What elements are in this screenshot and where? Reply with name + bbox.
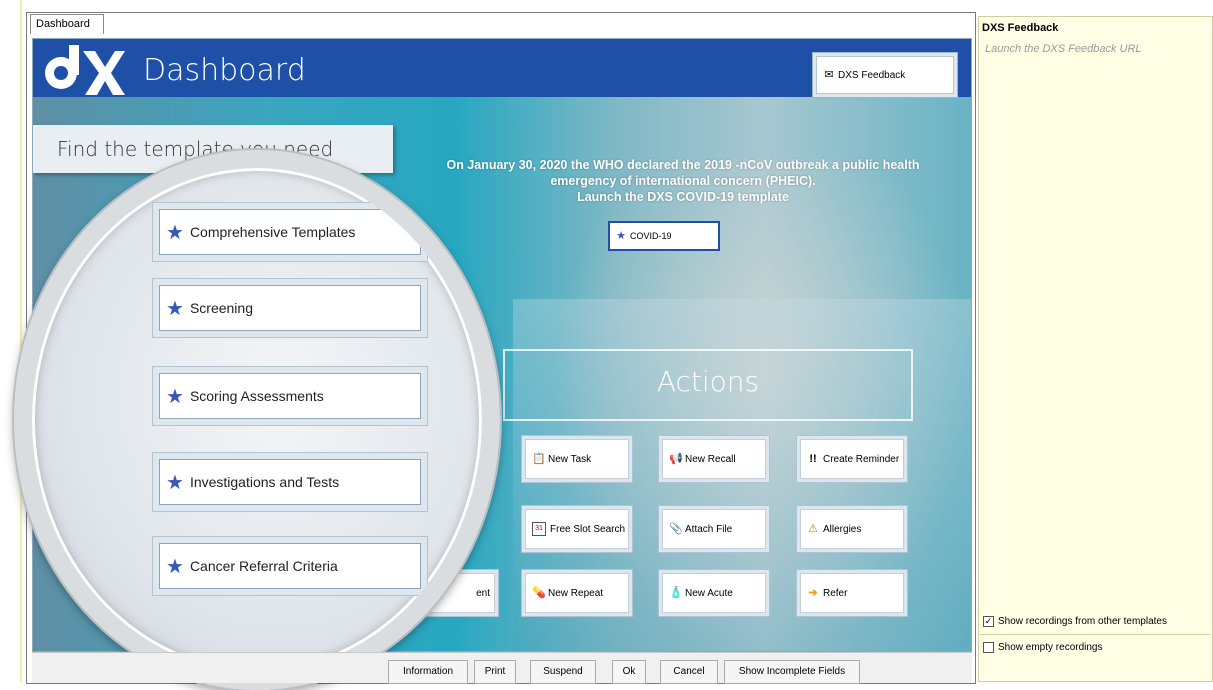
help-panel-title: DXS Feedback	[982, 22, 1059, 34]
help-panel-description: Launch the DXS Feedback URL	[985, 43, 1142, 55]
information-button[interactable]: Information	[388, 660, 468, 684]
screening-button[interactable]: ★ Screening	[152, 278, 428, 338]
new-acute-button[interactable]: 🧴 New Acute	[658, 569, 770, 617]
refer-label: Refer	[823, 587, 848, 599]
show-recordings-row[interactable]: ✓ Show recordings from other templates	[983, 614, 1167, 628]
comprehensive-templates-label: Comprehensive Templates	[189, 224, 356, 240]
left-strip	[0, 0, 22, 682]
covid-announcement: On January 30, 2020 the WHO declared the…	[446, 158, 920, 204]
new-task-label: New Task	[548, 453, 592, 465]
actions-title: Actions	[656, 365, 760, 398]
tab-dashboard[interactable]: Dashboard	[30, 14, 104, 34]
new-recall-label: New Recall	[685, 453, 736, 465]
dxs-feedback-label: DXS Feedback	[838, 69, 906, 81]
star-icon: ★	[616, 230, 626, 242]
covid-19-label: COVID-19	[630, 231, 672, 241]
comprehensive-templates-button[interactable]: ★ Comprehensive Templates	[152, 202, 428, 262]
page-title: Dashboard	[143, 53, 306, 88]
allergies-label: Allergies	[823, 523, 862, 535]
show-recordings-label: Show recordings from other templates	[998, 615, 1167, 627]
cancer-referral-criteria-button[interactable]: ★ Cancer Referral Criteria	[152, 536, 428, 596]
pills-icon: 💊	[532, 587, 546, 599]
scoring-assessments-button[interactable]: ★ Scoring Assessments	[152, 366, 428, 426]
star-icon: ★	[166, 555, 184, 578]
ok-button[interactable]: Ok	[612, 660, 646, 684]
suspend-button[interactable]: Suspend	[530, 660, 596, 684]
show-empty-checkbox[interactable]	[983, 641, 994, 653]
cancer-referral-criteria-label: Cancer Referral Criteria	[189, 558, 338, 574]
new-task-button[interactable]: 📋 New Task	[521, 435, 633, 483]
dxs-logo	[45, 45, 125, 95]
arrow-right-icon: ➔	[808, 587, 818, 599]
help-panel-divider	[980, 634, 1210, 635]
allergy-icon: ⚠	[808, 523, 818, 535]
star-icon: ★	[166, 385, 184, 408]
attach-file-button[interactable]: 📎 Attach File	[658, 505, 770, 553]
create-reminder-button[interactable]: !! Create Reminder	[796, 435, 908, 483]
new-repeat-label: New Repeat	[548, 587, 604, 599]
scoring-assessments-label: Scoring Assessments	[189, 388, 324, 404]
show-incomplete-fields-button[interactable]: Show Incomplete Fields	[724, 660, 860, 684]
show-recordings-checkbox[interactable]: ✓	[983, 615, 994, 627]
help-panel	[978, 16, 1213, 682]
exclamation-icon: !!	[809, 453, 817, 465]
calendar-icon: 31	[532, 522, 546, 536]
allergies-button[interactable]: ⚠ Allergies	[796, 505, 908, 553]
attach-file-label: Attach File	[685, 523, 733, 535]
investigations-and-tests-label: Investigations and Tests	[189, 474, 340, 490]
screening-label: Screening	[189, 300, 253, 316]
action-partial-label: ent	[476, 587, 490, 599]
free-slot-search-button[interactable]: 31 Free Slot Search	[521, 505, 633, 553]
star-icon: ★	[166, 221, 184, 244]
magnifier-lens: ★ Comprehensive Templates ★ Screening ★ Sco…	[14, 150, 500, 690]
star-icon: ★	[166, 471, 184, 494]
show-empty-row[interactable]: Show empty recordings	[983, 640, 1103, 654]
new-repeat-button[interactable]: 💊 New Repeat	[521, 569, 633, 617]
envelope-icon: ✉	[824, 69, 834, 81]
show-empty-label: Show empty recordings	[998, 641, 1103, 653]
cancel-button[interactable]: Cancel	[660, 660, 718, 684]
star-icon: ★	[166, 297, 184, 320]
clipboard-icon: 📋	[532, 453, 546, 465]
paperclip-icon: 📎	[669, 523, 683, 535]
bottle-icon: 🧴	[669, 587, 683, 599]
dxs-feedback-button[interactable]: ✉ DXS Feedback	[812, 52, 958, 98]
refer-button[interactable]: ➔ Refer	[796, 569, 908, 617]
print-button[interactable]: Print	[474, 660, 516, 684]
megaphone-icon: 📢	[669, 453, 683, 465]
investigations-and-tests-button[interactable]: ★ Investigations and Tests	[152, 452, 428, 512]
new-recall-button[interactable]: 📢 New Recall	[658, 435, 770, 483]
covid-19-button[interactable]: ★ COVID-19	[608, 221, 720, 251]
new-acute-label: New Acute	[685, 587, 733, 599]
free-slot-search-label: Free Slot Search	[550, 523, 626, 535]
create-reminder-label: Create Reminder	[823, 453, 900, 465]
